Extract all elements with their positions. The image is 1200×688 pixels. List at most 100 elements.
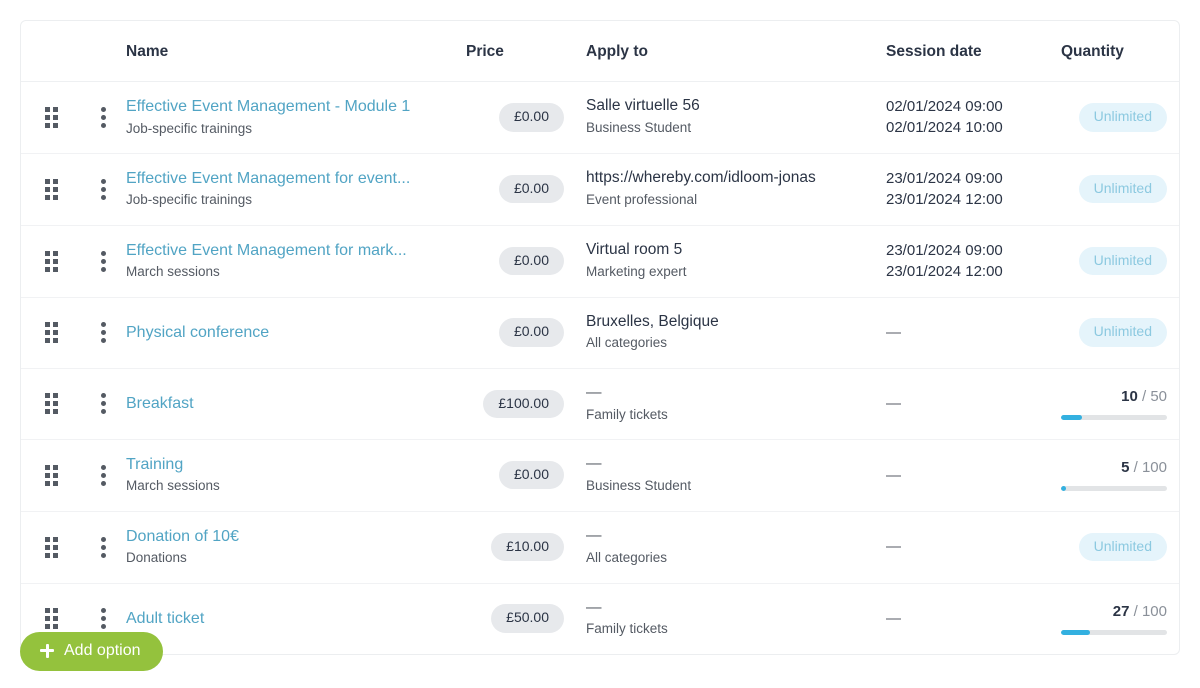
option-category-label: March sessions bbox=[126, 264, 220, 280]
drag-handle-icon[interactable] bbox=[44, 178, 58, 200]
option-name-link[interactable]: Effective Event Management - Module 1 bbox=[126, 96, 466, 118]
row-menu-cell bbox=[81, 153, 126, 225]
drag-handle-cell bbox=[21, 368, 81, 439]
apply-to-value: Virtual room 5 bbox=[586, 241, 683, 259]
table-row: Training March sessions £0.00 — Business Stu… bbox=[21, 439, 1179, 512]
apply-to-cell: https://whereby.com/idloom-jonas Event pr… bbox=[586, 153, 886, 225]
table-header: Name Price Apply to Session date Quantit… bbox=[21, 21, 1179, 82]
row-menu-cell bbox=[81, 297, 126, 368]
option-name-link[interactable]: Training bbox=[126, 454, 466, 476]
session-date-cell: — bbox=[886, 439, 1061, 511]
drag-handle-cell bbox=[21, 153, 81, 225]
option-name-cell: Adult ticket bbox=[126, 583, 466, 654]
drag-handle-icon[interactable] bbox=[44, 322, 58, 344]
apply-to-cell: — All categories bbox=[586, 511, 886, 583]
price-cell: £50.00 bbox=[466, 583, 586, 654]
option-name-link[interactable]: Effective Event Management for event... bbox=[126, 168, 466, 190]
session-date-start: 23/01/2024 09:00 bbox=[886, 169, 1003, 187]
apply-to-value: — bbox=[586, 527, 602, 545]
quantity-total: 50 bbox=[1150, 387, 1167, 405]
session-date-empty: — bbox=[886, 610, 901, 627]
quantity-cell: 5 / 100 bbox=[1061, 439, 1179, 511]
price-cell: £100.00 bbox=[466, 368, 586, 439]
table-row: Physical conference £0.00 Bruxelles, Belgi… bbox=[21, 297, 1179, 369]
table-row: Breakfast £100.00 — Family tickets — 10 / 50 bbox=[21, 368, 1179, 440]
add-option-label: Add option bbox=[64, 642, 141, 659]
row-menu-cell bbox=[81, 368, 126, 439]
session-date-cell: 23/01/2024 09:00 23/01/2024 12:00 bbox=[886, 225, 1061, 297]
quantity-progress-fill bbox=[1061, 629, 1090, 635]
option-name-cell: Effective Event Management - Module 1 Job… bbox=[126, 82, 466, 154]
kebab-menu-icon[interactable] bbox=[95, 536, 113, 558]
quantity-counter: 10 / 50 bbox=[1121, 387, 1167, 405]
option-category-label: Job-specific trainings bbox=[126, 120, 253, 136]
price-badge: £100.00 bbox=[483, 389, 564, 418]
column-header-menu bbox=[81, 21, 126, 82]
option-name-link[interactable]: Physical conference bbox=[126, 322, 466, 344]
apply-to-audience-label: Event professional bbox=[586, 192, 698, 208]
option-name-link[interactable]: Donation of 10€ bbox=[126, 526, 466, 548]
session-date-cell: — bbox=[886, 511, 1061, 583]
quantity-unlimited-badge: Unlimited bbox=[1078, 103, 1167, 132]
plus-icon bbox=[40, 644, 54, 658]
apply-to-cell: — Family tickets bbox=[586, 368, 886, 439]
drag-handle-icon[interactable] bbox=[44, 393, 58, 415]
quantity-counter: 5 / 100 bbox=[1121, 459, 1167, 477]
options-page: Name Price Apply to Session date Quantit… bbox=[0, 0, 1200, 688]
price-cell: £0.00 bbox=[466, 82, 586, 154]
quantity-total: 100 bbox=[1141, 602, 1167, 620]
kebab-menu-icon[interactable] bbox=[95, 393, 113, 415]
quantity-cell: Unlimited bbox=[1061, 153, 1179, 225]
price-cell: £0.00 bbox=[466, 297, 586, 368]
option-name-cell: Breakfast bbox=[126, 368, 466, 439]
kebab-menu-icon[interactable] bbox=[95, 106, 113, 128]
drag-handle-icon[interactable] bbox=[44, 464, 58, 486]
column-header-name: Name bbox=[126, 21, 466, 82]
quantity-progress-fill bbox=[1061, 486, 1067, 492]
kebab-menu-icon[interactable] bbox=[95, 322, 113, 344]
session-date-empty: — bbox=[886, 323, 901, 341]
apply-to-audience-label: Family tickets bbox=[586, 621, 668, 637]
session-date-cell: 02/01/2024 09:00 02/01/2024 10:00 bbox=[886, 82, 1061, 154]
kebab-menu-icon[interactable] bbox=[95, 464, 113, 486]
quantity-cell: Unlimited bbox=[1061, 297, 1179, 368]
apply-to-audience-label: Family tickets bbox=[586, 406, 668, 422]
option-name-link[interactable]: Breakfast bbox=[126, 393, 466, 415]
price-cell: £10.00 bbox=[466, 511, 586, 583]
drag-handle-cell bbox=[21, 297, 81, 368]
kebab-menu-icon[interactable] bbox=[95, 178, 113, 200]
apply-to-value: Bruxelles, Belgique bbox=[586, 312, 719, 330]
option-name-link[interactable]: Adult ticket bbox=[126, 608, 466, 630]
column-header-session-date: Session date bbox=[886, 21, 1061, 82]
quantity-cell: 27 / 100 bbox=[1061, 583, 1179, 654]
quantity-used: 10 bbox=[1121, 387, 1138, 405]
session-date-empty: — bbox=[886, 466, 901, 484]
apply-to-value: Salle virtuelle 56 bbox=[586, 97, 700, 115]
apply-to-audience-label: All categories bbox=[586, 335, 668, 351]
apply-to-cell: Bruxelles, Belgique All categories bbox=[586, 297, 886, 368]
drag-handle-cell bbox=[21, 511, 81, 583]
option-name-cell: Physical conference bbox=[126, 297, 466, 368]
option-name-link[interactable]: Effective Event Management for mark... bbox=[126, 240, 466, 262]
option-category-label: Donations bbox=[126, 550, 187, 566]
price-badge: £0.00 bbox=[498, 461, 564, 490]
drag-handle-cell bbox=[21, 82, 81, 154]
option-name-cell: Effective Event Management for event... J… bbox=[126, 153, 466, 225]
session-date-cell: — bbox=[886, 583, 1061, 654]
option-name-cell: Donation of 10€ Donations bbox=[126, 511, 466, 583]
session-date-cell: — bbox=[886, 297, 1061, 368]
quantity-progress-fill bbox=[1061, 414, 1083, 420]
session-date-cell: — bbox=[886, 368, 1061, 439]
drag-handle-icon[interactable] bbox=[44, 536, 58, 558]
options-table-card: Name Price Apply to Session date Quantit… bbox=[20, 20, 1180, 655]
apply-to-audience-label: Marketing expert bbox=[586, 263, 687, 279]
kebab-menu-icon[interactable] bbox=[95, 250, 113, 272]
price-cell: £0.00 bbox=[466, 225, 586, 297]
add-option-button[interactable]: Add option bbox=[20, 632, 163, 671]
drag-handle-icon[interactable] bbox=[44, 250, 58, 272]
drag-handle-icon[interactable] bbox=[44, 106, 58, 128]
kebab-menu-icon[interactable] bbox=[95, 608, 113, 630]
quantity-unlimited-badge: Unlimited bbox=[1078, 175, 1167, 204]
session-date-empty: — bbox=[886, 395, 901, 413]
drag-handle-icon[interactable] bbox=[44, 608, 58, 630]
